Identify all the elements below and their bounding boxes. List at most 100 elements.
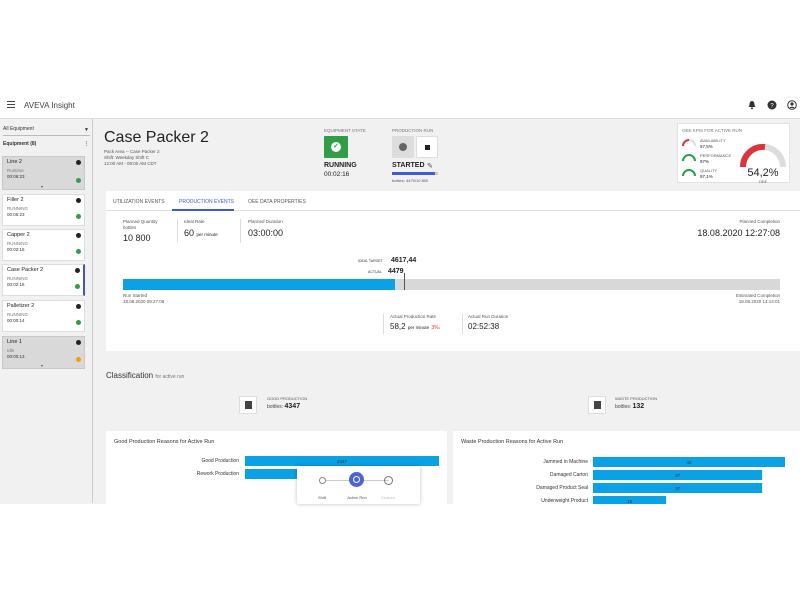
- ideal-target-marker: [403, 273, 405, 290]
- performance-gauge: [682, 154, 696, 162]
- waste-unit: bottles:: [615, 404, 632, 410]
- info-icon[interactable]: [76, 340, 81, 345]
- ideal-target-label: IDEAL TARGET: [358, 259, 383, 263]
- bell-icon[interactable]: [747, 100, 757, 110]
- availability-kpi: AVAILABILITY 57,5%: [682, 138, 742, 152]
- info-icon[interactable]: [75, 268, 80, 273]
- sidebar-item-status: Idle: [7, 348, 15, 353]
- sidebar-item-label: Palletizer 2: [7, 303, 35, 309]
- divider: [177, 219, 178, 243]
- equipment-details: Pack Area -- Case Packer 2 Shift: Weekda…: [104, 149, 160, 167]
- sidebar-item[interactable]: Capper 2 RUNNING 00:02:16: [2, 229, 85, 261]
- sidebar-item[interactable]: Filler 2 RUNNING 00:06:23: [2, 194, 85, 226]
- help-icon[interactable]: ?: [767, 100, 777, 110]
- oee-value: 54,2%: [747, 167, 779, 179]
- more-icon[interactable]: ⋮: [84, 141, 89, 147]
- active-run-option[interactable]: Active Run: [342, 495, 372, 500]
- data-label: 16: [627, 499, 633, 504]
- availability-label: AVAILABILITY: [700, 138, 726, 143]
- actual-run-duration: Actual Run Duration 02:52:38: [468, 314, 508, 331]
- app-title: AVEVA Insight: [24, 101, 75, 110]
- quality-label: QUALITY: [700, 168, 718, 173]
- run-started-value: 18.08.2020 09:27:08: [123, 299, 165, 304]
- status-dot: [76, 178, 81, 183]
- tab-utilization-events[interactable]: UTILIZATION EVENTS: [113, 199, 165, 205]
- actual-label: ACTUAL: [368, 270, 382, 274]
- start-run-button[interactable]: [392, 136, 414, 158]
- category-label: Rework Production: [197, 471, 239, 477]
- sidebar-item-status: RUNNING: [7, 312, 28, 317]
- arrow-down-icon: ↓: [438, 325, 442, 331]
- shift-option-icon[interactable]: [319, 477, 326, 484]
- account-icon[interactable]: [787, 100, 797, 110]
- equipment-count: Equipment (8): [3, 141, 37, 147]
- performance-label: PERFORMANCE: [700, 153, 732, 158]
- custom-option-icon[interactable]: [384, 476, 393, 485]
- sidebar-item-time: 00:00:14: [7, 318, 25, 323]
- quality-gauge: [682, 169, 696, 177]
- tab-oee-data-properties[interactable]: OEE DATA PROPERTIES: [248, 199, 306, 205]
- actual-duration-value: 02:52:38: [468, 322, 500, 331]
- ideal-rate-value: 60: [184, 228, 195, 238]
- sidebar-item-label: Capper 2: [7, 232, 30, 238]
- edit-icon[interactable]: ✎: [427, 162, 433, 170]
- sidebar-item[interactable]: Palletizer 2 RUNNING 00:00:14: [2, 300, 85, 332]
- tab-production-events[interactable]: PRODUCTION EVENTS: [179, 199, 234, 205]
- equipment-filter-select[interactable]: All Equipment ▼: [3, 126, 90, 136]
- info-icon[interactable]: [76, 160, 81, 165]
- chevron-down-icon[interactable]: ▾: [41, 363, 43, 368]
- divider: [383, 314, 384, 334]
- sidebar-item-time: 00:02:16: [7, 247, 25, 252]
- sidebar-item[interactable]: Line 2 Runtime 00:06:23 ▾: [2, 156, 85, 190]
- good-count: 4347: [284, 403, 301, 410]
- classification-subtitle: for active run: [155, 374, 185, 380]
- actual-duration-label: Actual Run Duration: [468, 314, 509, 319]
- category-label: Damaged Carton: [550, 472, 588, 478]
- info-icon[interactable]: [76, 233, 81, 238]
- data-label: 42: [686, 460, 692, 465]
- planned-duration-label: Planned Duration: [248, 219, 283, 224]
- sidebar-item[interactable]: Line 1 Idle 00:00:13 ▾: [2, 336, 85, 369]
- info-icon[interactable]: [76, 304, 81, 309]
- info-icon[interactable]: [76, 198, 81, 203]
- equipment-state-label: EQUIPMENT STATE: [324, 128, 366, 133]
- actual-rate-label: Actual Production Rate: [390, 314, 437, 319]
- check-icon: ✓: [331, 142, 341, 152]
- sidebar-item-time: 00:06:23: [7, 212, 25, 217]
- category-label: Underweight Product: [541, 498, 588, 504]
- chevron-down-icon[interactable]: ▾: [41, 184, 43, 189]
- sidebar-item-label: Filler 2: [7, 197, 24, 203]
- sidebar-item-label: Case Packer 2: [7, 267, 44, 273]
- ideal-rate: Ideal Rate 60 per minute: [184, 219, 218, 238]
- status-dot: [76, 214, 81, 219]
- waste-production-value: bottles: 132: [615, 403, 644, 410]
- custom-option[interactable]: Custom: [373, 495, 403, 500]
- sidebar-item-time: 00:06:23: [7, 174, 25, 179]
- actual-rate-delta: 3%: [431, 325, 439, 331]
- active-tab-indicator: [172, 209, 234, 211]
- sidebar-item-status: RUNNING: [7, 241, 28, 246]
- actual-rate-unit: per minute: [407, 325, 430, 330]
- oee-gauge-arc: [739, 143, 786, 168]
- status-dot: [76, 320, 81, 325]
- sidebar-item-label: Line 2: [7, 159, 22, 165]
- planned-duration-value: 03:00:00: [248, 228, 284, 238]
- top-app-bar: AVEVA Insight ?: [0, 93, 800, 119]
- quality-value: 97,1%: [700, 174, 713, 179]
- menu-icon[interactable]: [7, 101, 15, 109]
- availability-gauge: [682, 139, 696, 147]
- equipment-window: 12:00 AM - 08:00 AM CDT: [104, 161, 157, 166]
- estimated-completion-value: 18.08.2020 14:14:01: [738, 299, 780, 304]
- sidebar-item[interactable]: Case Packer 2 RUNNING 00:02:16: [2, 264, 85, 296]
- sidebar-item-time: 00:00:13: [7, 354, 25, 359]
- status-dot: [75, 284, 80, 289]
- stop-run-button[interactable]: [416, 136, 438, 158]
- oee-label: OEE: [758, 179, 768, 184]
- equipment-list-header: Equipment (8) ⋮: [3, 141, 90, 147]
- shift-option[interactable]: Shift: [307, 495, 337, 500]
- thumbs-up-icon: [239, 396, 257, 414]
- planned-completion: Planned Completion 18.08.2020 12:27:08: [697, 219, 780, 238]
- active-run-option-icon[interactable]: [349, 472, 364, 487]
- page-title: Case Packer 2: [104, 129, 209, 146]
- production-panel: UTILIZATION EVENTS PRODUCTION EVENTS OEE…: [106, 191, 800, 351]
